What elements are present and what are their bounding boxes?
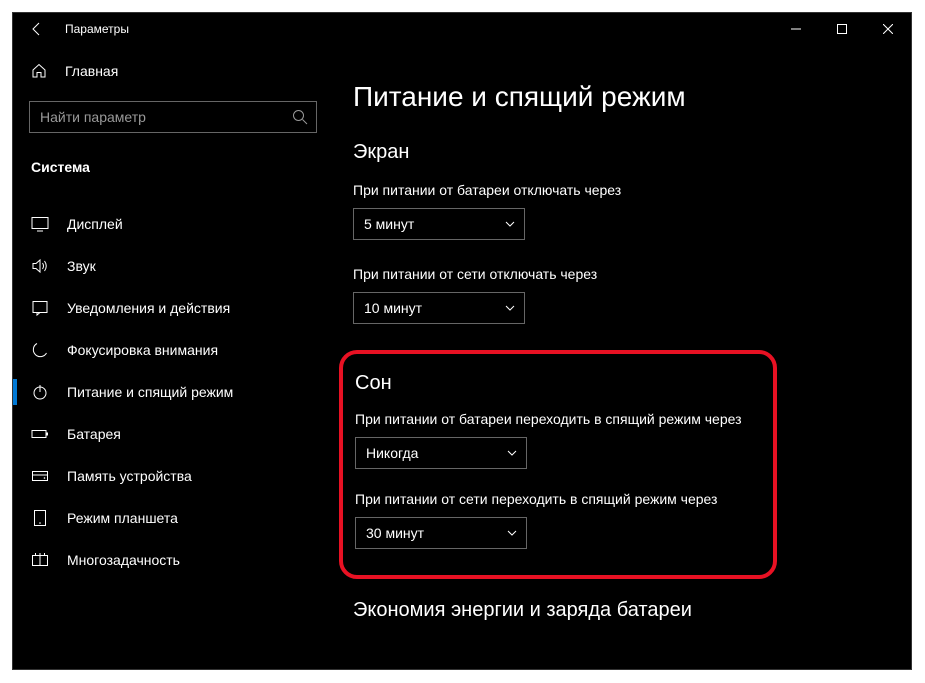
sidebar-item-battery[interactable]: Батарея	[13, 413, 333, 455]
search-icon	[292, 109, 308, 125]
settings-window: Параметры Главная Система	[12, 12, 912, 670]
nav-label: Звук	[67, 258, 96, 274]
window-controls	[773, 13, 911, 45]
sidebar-item-tablet-mode[interactable]: Режим планшета	[13, 497, 333, 539]
content-area: Питание и спящий режим Экран При питании…	[333, 45, 911, 669]
home-icon	[31, 63, 47, 79]
sidebar-item-display[interactable]: Дисплей	[13, 203, 333, 245]
screen-heading: Экран	[353, 141, 887, 164]
battery-heading: Экономия энергии и заряда батареи	[353, 599, 887, 622]
sidebar-item-focus-assist[interactable]: Фокусировка внимания	[13, 329, 333, 371]
chevron-down-icon	[504, 218, 516, 230]
display-icon	[31, 215, 49, 233]
nav-list: Дисплей Звук Уведомления и действия Фоку…	[13, 203, 333, 581]
focus-assist-icon	[31, 341, 49, 359]
window-body: Главная Система Дисплей Звук Уведомлени	[13, 45, 911, 669]
sidebar-item-storage[interactable]: Память устройства	[13, 455, 333, 497]
close-button[interactable]	[865, 13, 911, 45]
sleep-battery-label: При питании от батареи переходить в спящ…	[355, 411, 757, 427]
sleep-plugged-label: При питании от сети переходить в спящий …	[355, 491, 757, 507]
sleep-highlight-box: Сон При питании от батареи переходить в …	[339, 350, 777, 579]
dropdown-value: 30 минут	[366, 525, 506, 541]
nav-label: Фокусировка внимания	[67, 342, 218, 358]
sidebar: Главная Система Дисплей Звук Уведомлени	[13, 45, 333, 669]
sidebar-item-notifications[interactable]: Уведомления и действия	[13, 287, 333, 329]
category-heading: Система	[13, 147, 333, 187]
dropdown-value: 10 минут	[364, 300, 504, 316]
arrow-left-icon	[29, 21, 45, 37]
sidebar-item-multitasking[interactable]: Многозадачность	[13, 539, 333, 581]
notifications-icon	[31, 299, 49, 317]
chevron-down-icon	[506, 527, 518, 539]
storage-icon	[31, 467, 49, 485]
search-input[interactable]	[40, 109, 292, 125]
chevron-down-icon	[506, 447, 518, 459]
nav-label: Уведомления и действия	[67, 300, 230, 316]
nav-label: Режим планшета	[67, 510, 178, 526]
titlebar: Параметры	[13, 13, 911, 45]
screen-plugged-dropdown[interactable]: 10 минут	[353, 292, 525, 324]
maximize-icon	[837, 24, 847, 34]
maximize-button[interactable]	[819, 13, 865, 45]
sleep-plugged-dropdown[interactable]: 30 минут	[355, 517, 527, 549]
home-link[interactable]: Главная	[13, 53, 333, 89]
sleep-battery-dropdown[interactable]: Никогда	[355, 437, 527, 469]
multitasking-icon	[31, 551, 49, 569]
sidebar-item-power-sleep[interactable]: Питание и спящий режим	[13, 371, 333, 413]
home-label: Главная	[65, 63, 118, 79]
chevron-down-icon	[504, 302, 516, 314]
sidebar-item-sound[interactable]: Звук	[13, 245, 333, 287]
nav-label: Многозадачность	[67, 552, 180, 568]
screen-plugged-label: При питании от сети отключать через	[353, 266, 887, 282]
nav-label: Память устройства	[67, 468, 192, 484]
search-box[interactable]	[29, 101, 317, 133]
dropdown-value: Никогда	[366, 445, 506, 461]
page-title: Питание и спящий режим	[353, 81, 887, 113]
dropdown-value: 5 минут	[364, 216, 504, 232]
tablet-icon	[31, 509, 49, 527]
nav-label: Батарея	[67, 426, 121, 442]
minimize-button[interactable]	[773, 13, 819, 45]
battery-icon	[31, 425, 49, 443]
screen-battery-label: При питании от батареи отключать через	[353, 182, 887, 198]
nav-label: Питание и спящий режим	[67, 384, 233, 400]
back-button[interactable]	[13, 13, 61, 45]
sound-icon	[31, 257, 49, 275]
minimize-icon	[791, 24, 801, 34]
power-icon	[31, 383, 49, 401]
close-icon	[883, 24, 893, 34]
nav-label: Дисплей	[67, 216, 123, 232]
screen-battery-dropdown[interactable]: 5 минут	[353, 208, 525, 240]
window-title: Параметры	[61, 22, 129, 36]
sleep-heading: Сон	[355, 372, 757, 395]
